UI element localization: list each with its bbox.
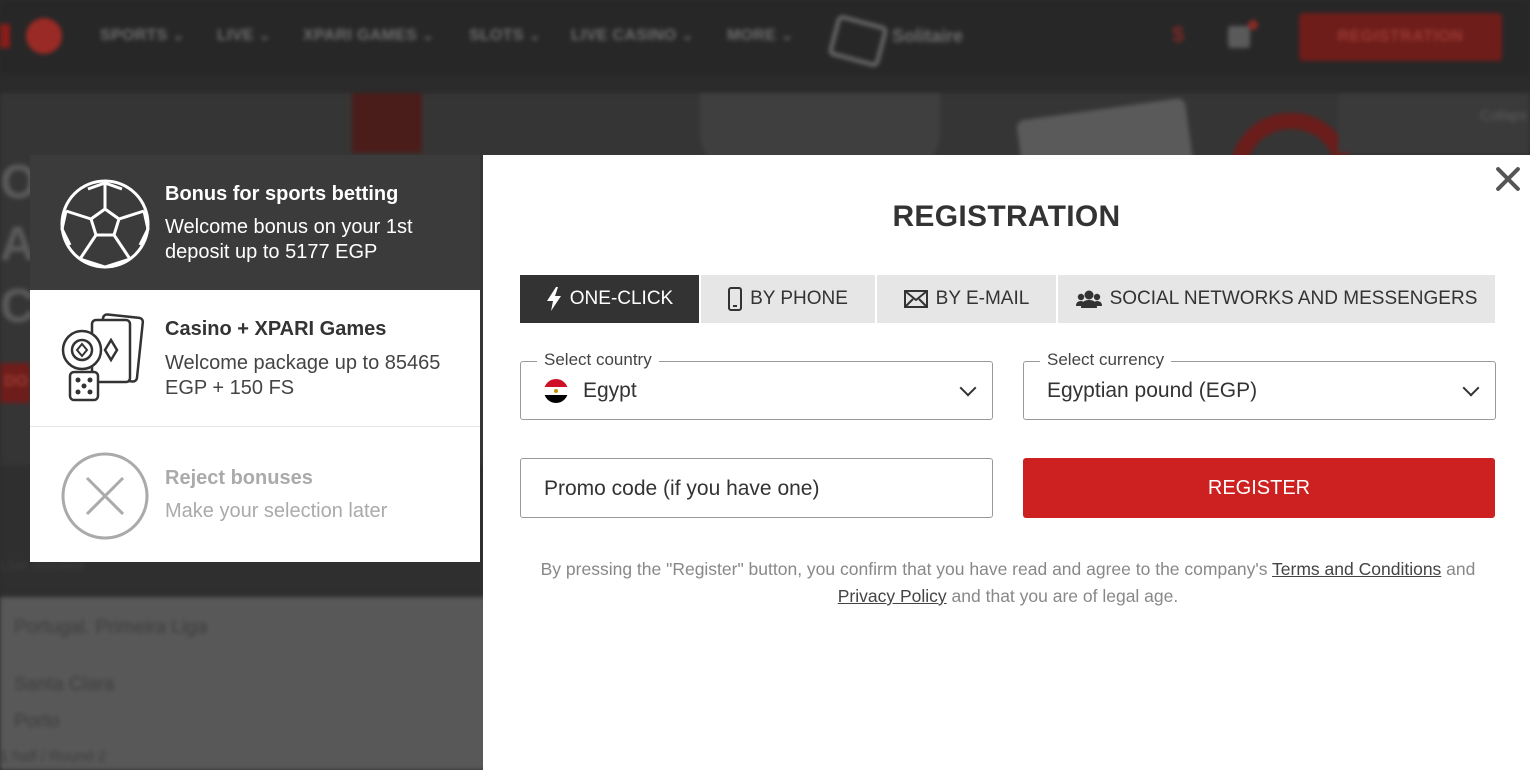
tab-by-phone[interactable]: BY PHONE bbox=[701, 275, 875, 323]
notice-text: By pressing the "Register" button, you c… bbox=[540, 559, 1273, 579]
solitaire-icon[interactable] bbox=[827, 13, 889, 69]
tab-label: BY PHONE bbox=[750, 288, 848, 309]
privacy-link[interactable]: Privacy Policy bbox=[838, 586, 947, 606]
banner-cta-button[interactable]: DO bbox=[0, 363, 30, 403]
bonus-option-reject[interactable]: Reject bonuses Make your selection later bbox=[30, 427, 480, 562]
envelope-icon bbox=[903, 290, 928, 308]
banner-decoration bbox=[352, 93, 422, 153]
soccer-ball-icon bbox=[60, 179, 150, 269]
chevron-down-icon bbox=[959, 379, 977, 397]
reject-x-circle-icon bbox=[61, 452, 149, 540]
header-registration-button[interactable]: REGISTRATION bbox=[1299, 13, 1502, 61]
nav-xpari-games[interactable]: XPARI GAMES bbox=[303, 27, 434, 45]
notification-badge bbox=[1248, 20, 1258, 30]
bonus-option-casino[interactable]: Casino + XPARI Games Welcome package up … bbox=[30, 290, 480, 427]
tab-social-networks[interactable]: SOCIAL NETWORKS AND MESSENGERS bbox=[1058, 275, 1495, 323]
collapse-link[interactable]: Collaps bbox=[1480, 107, 1527, 123]
modal-title: REGISTRATION bbox=[892, 200, 1121, 233]
country-value: Egypt bbox=[583, 379, 637, 402]
nav-sports[interactable]: SPORTS bbox=[100, 27, 185, 45]
casino-chips-cards-dice-icon bbox=[61, 313, 145, 402]
top-navigation: SPORTS LIVE XPARI GAMES SLOTS LIVE CASIN… bbox=[0, 0, 1530, 75]
nav-slots[interactable]: SLOTS bbox=[469, 27, 541, 45]
lightning-icon bbox=[546, 287, 561, 311]
tab-label: ONE-CLICK bbox=[569, 288, 674, 309]
bonus-description: Make your selection later bbox=[165, 500, 388, 522]
people-icon bbox=[1075, 290, 1102, 308]
gift-icon[interactable] bbox=[1228, 26, 1250, 48]
team-name: Santa Clara bbox=[14, 674, 115, 695]
banner-cta-text: DO bbox=[4, 373, 28, 390]
promo-code-placeholder: Promo code (if you have one) bbox=[544, 477, 820, 500]
bonus-description: Welcome bonus on your 1st deposit up to … bbox=[165, 216, 413, 263]
currency-select-label: Select currency bbox=[1040, 350, 1172, 370]
league-name: Portugal. Primeira Liga bbox=[14, 617, 208, 638]
chevron-down-icon bbox=[1462, 379, 1480, 397]
nav-more[interactable]: MORE bbox=[727, 27, 793, 45]
bonus-title: Bonus for sports betting bbox=[165, 183, 399, 205]
currency-select[interactable]: Select currency Egyptian pound (EGP) bbox=[1023, 350, 1496, 420]
nav-live-casino[interactable]: LIVE CASINO bbox=[571, 27, 694, 45]
bonus-description: Welcome package up to 85465 EGP + 150 FS bbox=[165, 352, 441, 399]
bonus-title: Reject bonuses bbox=[165, 467, 313, 489]
tab-one-click[interactable]: ONE-CLICK bbox=[520, 275, 699, 323]
nav-live[interactable]: LIVE bbox=[217, 27, 271, 45]
bonus-selection-panel: Bonus for sports betting Welcome bonus o… bbox=[30, 155, 480, 562]
banner-decoration bbox=[1338, 93, 1530, 153]
close-icon[interactable] bbox=[1494, 165, 1522, 193]
tab-label: BY E-MAIL bbox=[935, 288, 1030, 309]
notice-text: and bbox=[1441, 559, 1476, 579]
notice-text: and that you are of legal age. bbox=[946, 586, 1179, 606]
egypt-flag-icon bbox=[544, 379, 568, 403]
legal-notice: By pressing the "Register" button, you c… bbox=[520, 556, 1496, 610]
promo-code-field[interactable]: Promo code (if you have one) bbox=[520, 458, 993, 518]
bonus-option-sports[interactable]: Bonus for sports betting Welcome bonus o… bbox=[30, 155, 480, 290]
phone-icon bbox=[728, 287, 743, 311]
bonus-title: Casino + XPARI Games bbox=[165, 318, 387, 340]
match-round: 1 half / Round 2 bbox=[0, 748, 106, 765]
terms-link[interactable]: Terms and Conditions bbox=[1272, 559, 1441, 579]
tab-by-email[interactable]: BY E-MAIL bbox=[877, 275, 1056, 323]
team-name: Porto bbox=[14, 711, 60, 732]
register-button[interactable]: REGISTER bbox=[1023, 458, 1495, 518]
brand-logo bbox=[26, 18, 62, 54]
solitaire-link[interactable]: Solitaire bbox=[892, 26, 963, 47]
country-select-label: Select country bbox=[537, 350, 659, 370]
dollar-icon[interactable]: $ bbox=[1172, 22, 1184, 48]
logo-fragment bbox=[0, 24, 10, 48]
tab-label: SOCIAL NETWORKS AND MESSENGERS bbox=[1109, 288, 1478, 309]
country-select[interactable]: Select country Egypt bbox=[520, 350, 993, 420]
currency-value: Egyptian pound (EGP) bbox=[1047, 379, 1258, 402]
